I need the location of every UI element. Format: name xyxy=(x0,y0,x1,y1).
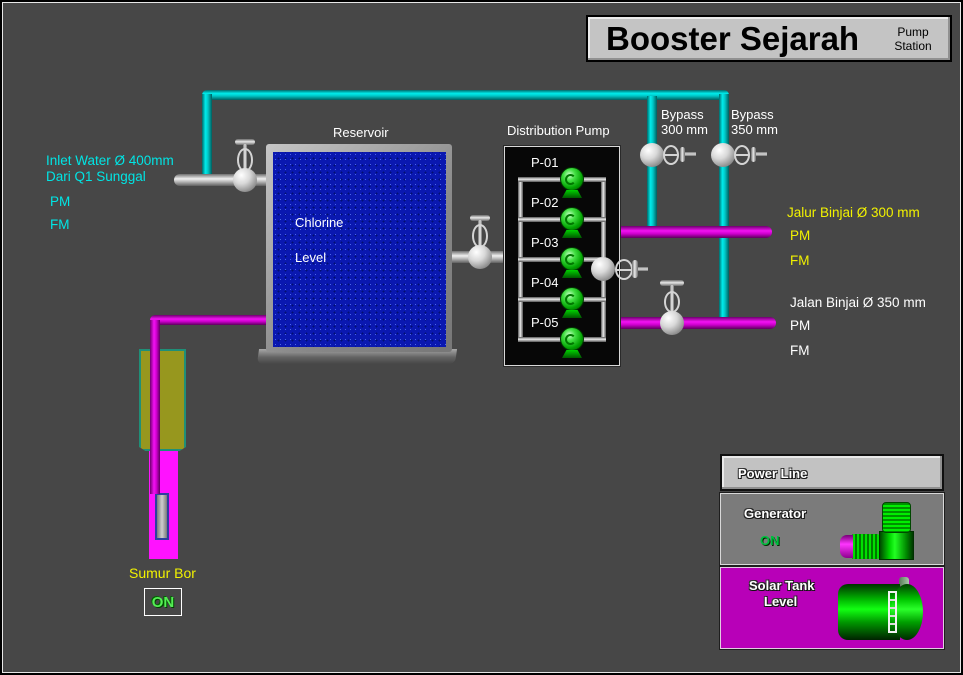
solar-tank-label-line1: Solar Tank xyxy=(749,578,815,593)
inlet-label-line1: Inlet Water Ø 400mm xyxy=(46,153,174,168)
pump-swirl xyxy=(565,294,576,305)
jalan-binjai-label: Jalan Binjai Ø 350 mm xyxy=(790,295,926,310)
generator-icon-body xyxy=(879,531,914,560)
valve-body xyxy=(640,143,664,167)
pump-base xyxy=(562,230,582,238)
generator-label: Generator xyxy=(744,506,806,521)
valve-handle xyxy=(680,147,685,162)
pump-label-p01: P-01 xyxy=(531,155,558,170)
generator-icon-cap xyxy=(840,535,853,558)
page-title: Booster Sejarah xyxy=(588,20,884,58)
generator-status: ON xyxy=(760,533,780,548)
well-label: Sumur Bor xyxy=(129,566,196,581)
pump-label-p05: P-05 xyxy=(531,315,558,330)
jalur-binjai-pipe xyxy=(602,226,772,238)
page-subtitle: Pump Station xyxy=(884,25,950,53)
pump-label-p04: P-04 xyxy=(531,275,558,290)
jalur-fm-label: FM xyxy=(790,253,810,268)
pump-label-p02: P-02 xyxy=(531,195,558,210)
jalur-pm-label: PM xyxy=(790,228,810,243)
valve-wheel xyxy=(734,145,750,165)
well-pipe-down xyxy=(150,320,160,494)
inlet-fm-label: FM xyxy=(50,217,70,232)
scada-screen: Reservoir Chlorine Level Sumur Bor ON Di… xyxy=(0,0,963,675)
generator-icon-shaft xyxy=(851,534,880,559)
valve-body xyxy=(591,257,615,281)
jalan-fm-label: FM xyxy=(790,343,810,358)
bypass-300-label-line1: Bypass xyxy=(661,107,704,122)
subtitle-line1: Pump xyxy=(884,25,942,39)
pump-base xyxy=(562,310,582,318)
valve-wheel xyxy=(663,145,679,165)
pump-base xyxy=(562,350,582,358)
valve-body xyxy=(233,168,257,192)
pump-icon-p03[interactable] xyxy=(560,247,584,278)
pump-base xyxy=(562,270,582,278)
pump-icon-p01[interactable] xyxy=(560,167,584,198)
pump-swirl xyxy=(565,174,576,185)
valve-wheel xyxy=(615,259,633,280)
jalan-binjai-pipe xyxy=(602,317,776,329)
solar-tank-label-line2: Level xyxy=(764,594,797,609)
valve-body xyxy=(468,245,492,269)
valve-handle xyxy=(632,260,638,278)
bypass-350-label-line1: Bypass xyxy=(731,107,774,122)
pump-icon-p02[interactable] xyxy=(560,207,584,238)
pump-label-p03: P-03 xyxy=(531,235,558,250)
well-on-button[interactable]: ON xyxy=(144,588,182,616)
pump-swirl xyxy=(565,334,576,345)
valve-body xyxy=(711,143,735,167)
raw-water-pipe-left-drop xyxy=(202,94,212,180)
bypass-350-label-line2: 350 mm xyxy=(731,122,778,137)
jalur-binjai-label: Jalur Binjai Ø 300 mm xyxy=(787,205,920,220)
inlet-pm-label: PM xyxy=(50,194,70,209)
jalan-pm-label: PM xyxy=(790,318,810,333)
generator-icon-stack xyxy=(882,502,911,533)
subtitle-line2: Station xyxy=(884,39,942,53)
well-casing xyxy=(139,349,186,451)
bypass-300-label-line2: 300 mm xyxy=(661,122,708,137)
reservoir-title: Reservoir xyxy=(333,125,389,140)
pump-base xyxy=(562,190,582,198)
valve-body xyxy=(660,311,684,335)
solar-tank-level-gauge xyxy=(888,591,897,633)
power-line-label: Power Line xyxy=(738,466,807,481)
level-label: Level xyxy=(295,250,326,265)
inlet-label-line2: Dari Q1 Sunggal xyxy=(46,169,146,184)
pump-swirl xyxy=(565,254,576,265)
pump-icon-p04[interactable] xyxy=(560,287,584,318)
chlorine-label: Chlorine xyxy=(295,215,343,230)
submersible-pump[interactable] xyxy=(155,493,169,540)
pump-swirl xyxy=(565,214,576,225)
pump-icon-p05[interactable] xyxy=(560,327,584,358)
bypass-350-pipe xyxy=(719,94,729,320)
valve-handle xyxy=(751,147,756,162)
power-line-header[interactable]: Power Line xyxy=(720,454,944,491)
well-on-label: ON xyxy=(152,594,175,611)
title-banner: Booster Sejarah Pump Station xyxy=(586,15,952,62)
valve-wheel xyxy=(664,291,680,313)
distribution-title: Distribution Pump xyxy=(507,123,610,138)
